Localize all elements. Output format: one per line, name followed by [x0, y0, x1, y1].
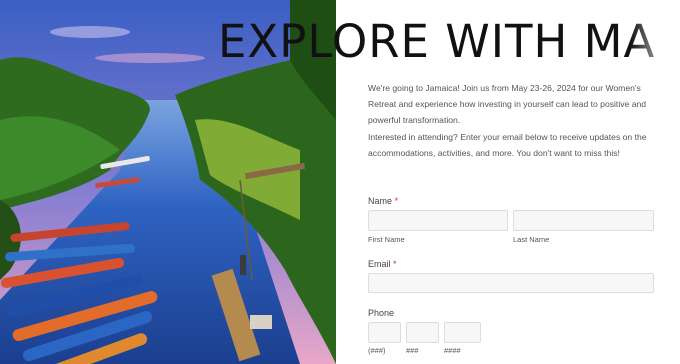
- phone-prefix-hint: ###: [406, 346, 419, 355]
- phone-area-hint: (###): [368, 346, 386, 355]
- title-fade: [630, 14, 680, 70]
- last-name-input[interactable]: [513, 210, 654, 231]
- email-label: Email *: [368, 259, 397, 269]
- phone-line-input[interactable]: [444, 322, 481, 343]
- cta-text: Interested in attending? Enter your emai…: [368, 132, 647, 158]
- first-name-sublabel: First Name: [368, 235, 405, 244]
- last-name-sublabel: Last Name: [513, 235, 550, 244]
- email-input[interactable]: [368, 273, 654, 293]
- phone-prefix-input[interactable]: [406, 322, 439, 343]
- name-label: Name *: [368, 196, 399, 206]
- phone-area-input[interactable]: [368, 322, 401, 343]
- phone-line-hint: ####: [444, 346, 461, 355]
- intro-text: We're going to Jamaica! Join us from May…: [368, 83, 647, 125]
- phone-label: Phone: [368, 308, 395, 318]
- first-name-input[interactable]: [368, 210, 508, 231]
- page-title: EXPLORE WITH MA: [218, 14, 680, 70]
